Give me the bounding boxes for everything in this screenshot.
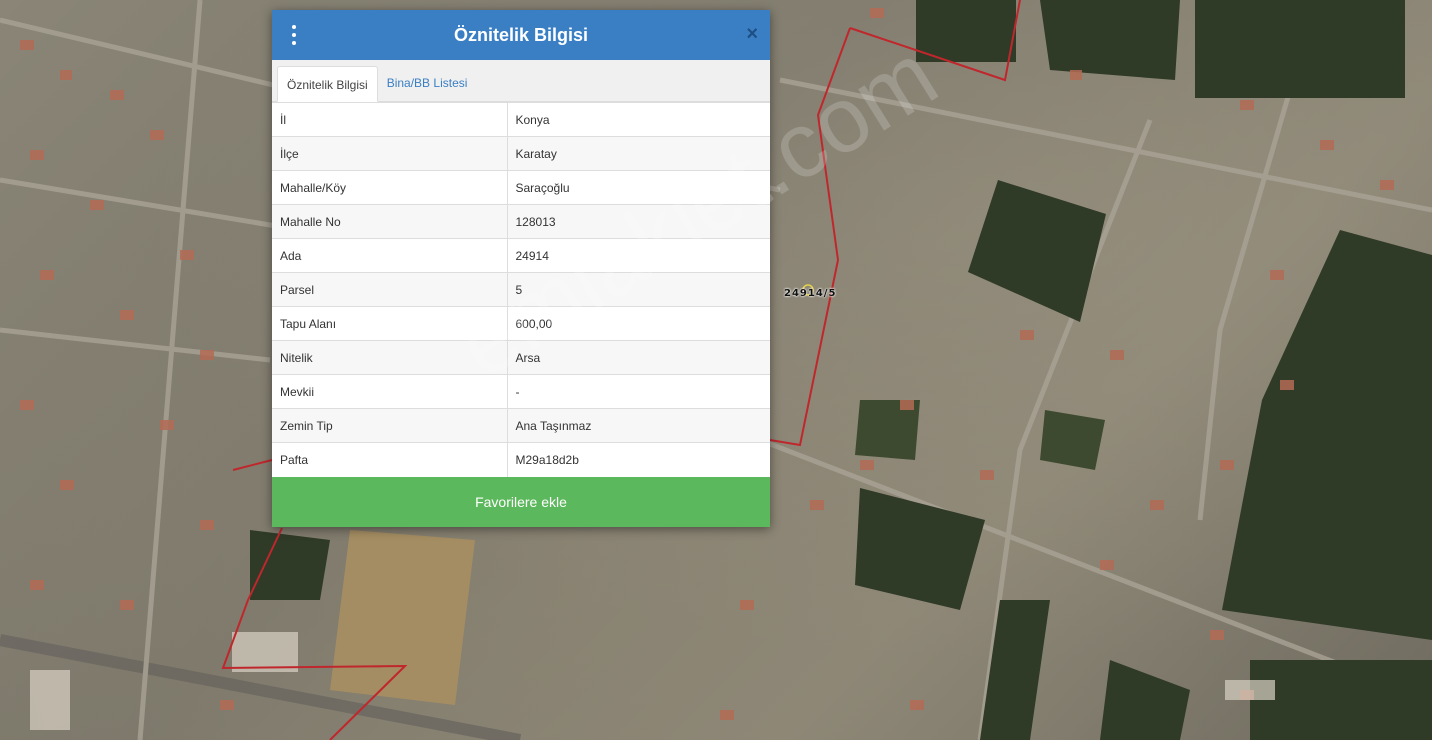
table-row: Mahalle/Köy Saraçoğlu [272,170,770,205]
row-key: İlçe [272,136,508,171]
row-key: Pafta [272,442,508,477]
tab-building-list[interactable]: Bina/BB Listesi [378,65,477,101]
tab-bar: Öznitelik Bilgisi Bina/BB Listesi [272,60,770,102]
table-row: Tapu Alanı 600,00 [272,306,770,341]
table-row: Pafta M29a18d2b [272,442,770,477]
row-value: Saraçoğlu [507,170,770,205]
row-value: Arsa [507,340,770,375]
row-value: 5 [507,272,770,307]
table-row: Parsel 5 [272,272,770,307]
tab-attribute-info[interactable]: Öznitelik Bilgisi [277,66,378,102]
table-row: İl Konya [272,102,770,137]
row-key: Tapu Alanı [272,306,508,341]
add-to-favorites-button[interactable]: Favorilere ekle [272,476,770,527]
row-key: Mahalle No [272,204,508,239]
table-row: İlçe Karatay [272,136,770,171]
row-value: - [507,374,770,409]
dialog-header: Öznitelik Bilgisi × [272,10,770,60]
row-value: M29a18d2b [507,442,770,477]
row-key: Parsel [272,272,508,307]
row-value: 128013 [507,204,770,239]
row-key: Nitelik [272,340,508,375]
row-key: Mahalle/Köy [272,170,508,205]
close-icon[interactable]: × [746,24,758,44]
attribute-dialog: Öznitelik Bilgisi × Öznitelik Bilgisi Bi… [272,10,770,527]
row-key: Mevkii [272,374,508,409]
table-row: Ada 24914 [272,238,770,273]
attribute-table: İl Konya İlçe Karatay Mahalle/Köy Saraço… [272,102,770,477]
row-value: 24914 [507,238,770,273]
parcel-label: 24914/5 [784,288,837,299]
dialog-title: Öznitelik Bilgisi [453,24,589,45]
row-key: Zemin Tip [272,408,508,443]
row-value: Konya [507,102,770,137]
row-key: Ada [272,238,508,273]
row-value: Karatay [507,136,770,171]
table-row: Zemin Tip Ana Taşınmaz [272,408,770,443]
table-row: Nitelik Arsa [272,340,770,375]
row-value: 600,00 [507,306,770,341]
row-key: İl [272,102,508,137]
vertical-dots-icon[interactable] [290,25,298,45]
row-value: Ana Taşınmaz [507,408,770,443]
table-row: Mevkii - [272,374,770,409]
table-row: Mahalle No 128013 [272,204,770,239]
